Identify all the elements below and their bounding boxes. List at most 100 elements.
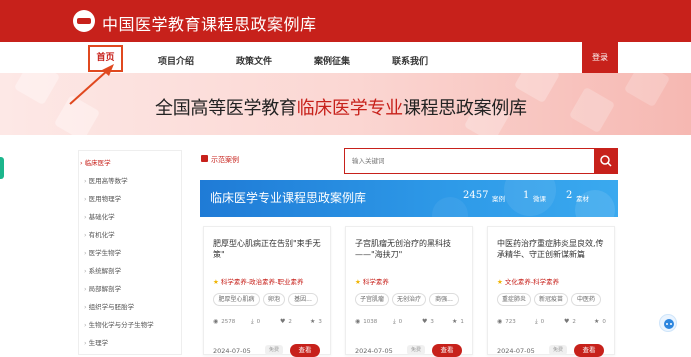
chevron-right-icon: › — [80, 159, 83, 167]
search-button[interactable] — [594, 148, 618, 174]
thumbs-up-icon: ♥ — [564, 318, 570, 325]
banner-title-suffix: 课程思政案例库 — [402, 98, 527, 119]
views-stat: ◉ 2578 — [213, 318, 235, 325]
sidebar-item[interactable]: › 有机化学 — [84, 229, 115, 239]
downloads-stat: ⤓ 0 — [251, 318, 260, 326]
keyword-chip[interactable]: 肥厚型心肌病 — [213, 293, 260, 306]
keyword-chip[interactable]: 重症肺炎 — [497, 293, 531, 306]
case-card-title[interactable]: 肥厚型心肌病正在告别"束手无策" — [213, 238, 323, 260]
sidebar-item[interactable]: › 系统解剖学 — [84, 265, 121, 275]
sidebar-item-label: 系统解剖学 — [88, 267, 122, 275]
banner-title-prefix: 全国高等医学教育 — [155, 98, 297, 119]
chevron-right-icon: › — [84, 267, 87, 275]
views-count: 723 — [505, 319, 516, 325]
chevron-right-icon: › — [84, 285, 87, 293]
star-icon: ★ — [213, 278, 219, 286]
keyword-chip[interactable]: 新冠疫苗 — [534, 293, 568, 306]
micro-course-count: 1 — [523, 190, 530, 201]
sidebar-item-label: 医用物理学 — [88, 195, 122, 203]
nav-item-contact[interactable]: 联系我们 — [392, 54, 428, 67]
search-icon — [600, 155, 612, 167]
keyword-chip[interactable]: 中医药 — [571, 293, 601, 306]
chevron-right-icon: › — [84, 195, 87, 203]
eye-icon: ◉ — [213, 318, 219, 325]
demo-case-label[interactable]: 示范案例 — [211, 155, 239, 165]
downloads-count: 0 — [256, 319, 261, 325]
download-icon: ⤓ — [251, 318, 254, 325]
free-badge: 免费 — [407, 345, 425, 355]
keyword-chip[interactable]: 基因... — [288, 293, 318, 306]
case-card-title[interactable]: 中医药治疗重症肺炎显良效,传承精华、守正创新谋新篇 — [497, 238, 607, 260]
view-button[interactable]: 查看 — [574, 344, 604, 357]
nav-item-case-collection[interactable]: 案例征集 — [314, 54, 350, 67]
sidebar-item-label: 生物化学与分子生物学 — [88, 321, 154, 329]
sidebar-item[interactable]: › 组织学与胚胎学 — [84, 301, 134, 311]
likes-count: 2 — [288, 319, 292, 325]
view-button[interactable]: 查看 — [290, 344, 320, 357]
likes-stat[interactable]: ♥ 3 — [422, 318, 434, 325]
download-icon: ⤓ — [535, 318, 538, 325]
keyword-chip[interactable]: 子宫肌瘤 — [355, 293, 389, 306]
star-icon: ★ — [497, 278, 503, 286]
star-outline-icon: ★ — [452, 318, 458, 325]
sidebar-item-clinical[interactable]: › 临床医学 — [80, 157, 111, 167]
login-button[interactable]: 登录 — [582, 42, 618, 73]
material-label: 素材 — [576, 195, 589, 203]
case-card-tag: ★ 科学素养 — [355, 276, 389, 286]
views-count: 1038 — [363, 319, 378, 325]
keyword-chip[interactable]: 无创治疗 — [392, 293, 426, 306]
case-card-tag-text: 科学素养 — [362, 278, 389, 286]
keyword-chip[interactable]: 卵泡 — [263, 293, 285, 306]
stars-stat[interactable]: ★ 0 — [594, 318, 606, 325]
micro-course-label: 微课 — [533, 195, 546, 203]
customer-service-button[interactable] — [659, 314, 677, 332]
sidebar-item-label: 临床医学 — [84, 159, 111, 167]
side-float-tab[interactable] — [0, 157, 4, 179]
chevron-right-icon: › — [84, 213, 87, 221]
views-count: 2578 — [221, 319, 236, 325]
banner-title-highlight: 临床医学专业 — [296, 98, 404, 119]
chevron-right-icon: › — [84, 321, 87, 329]
sidebar-item[interactable]: › 医用物理学 — [84, 193, 121, 203]
stars-count: 0 — [602, 319, 606, 325]
case-count-label: 案例 — [492, 195, 505, 203]
sidebar-item[interactable]: › 医用高等数学 — [84, 175, 128, 185]
chevron-right-icon: › — [84, 231, 87, 239]
star-outline-icon: ★ — [310, 318, 316, 325]
sidebar-item[interactable]: › 医学生物学 — [84, 247, 121, 257]
download-icon: ⤓ — [393, 318, 396, 325]
demo-case-checkbox[interactable] — [201, 155, 208, 162]
thumbs-up-icon: ♥ — [422, 318, 428, 325]
eye-icon: ◉ — [497, 318, 503, 325]
sidebar-item[interactable]: › 基础化学 — [84, 211, 115, 221]
free-badge: 免费 — [549, 345, 567, 355]
stars-count: 1 — [460, 319, 464, 325]
stars-stat[interactable]: ★ 3 — [310, 318, 322, 325]
thumbs-up-icon: ♥ — [280, 318, 286, 325]
sidebar-item-label: 医用高等数学 — [88, 177, 128, 185]
search-input[interactable] — [352, 153, 582, 169]
sidebar-item[interactable]: › 局部解剖学 — [84, 283, 121, 293]
view-button[interactable]: 查看 — [432, 344, 462, 357]
likes-stat[interactable]: ♥ 2 — [280, 318, 292, 325]
case-card-tag: ★ 文化素养-科学素养 — [497, 276, 559, 286]
nav-item-policy[interactable]: 政策文件 — [236, 54, 272, 67]
sidebar-item-label: 生理学 — [88, 339, 109, 347]
logo-icon[interactable] — [73, 10, 95, 32]
stars-stat[interactable]: ★ 1 — [452, 318, 464, 325]
downloads-count: 0 — [540, 319, 545, 325]
case-card-title[interactable]: 子宫肌瘤无创治疗的黑科技——"海扶刀" — [355, 238, 465, 260]
sidebar-item[interactable]: › 生物化学与分子生物学 — [84, 319, 154, 329]
case-card-date: 2024-07-05 — [213, 347, 251, 355]
star-outline-icon: ★ — [594, 318, 600, 325]
downloads-stat: ⤓ 0 — [535, 318, 544, 326]
decor-hexagon — [568, 86, 616, 134]
likes-stat[interactable]: ♥ 2 — [564, 318, 576, 325]
keyword-chip[interactable]: 商强... — [429, 293, 459, 306]
sidebar-item[interactable]: › 生理学 — [84, 337, 108, 347]
decor-hexagon — [13, 73, 61, 106]
likes-count: 2 — [572, 319, 576, 325]
nav-item-project-intro[interactable]: 项目介绍 — [158, 54, 194, 67]
site-title[interactable]: 中国医学教育课程思政案例库 — [102, 11, 317, 35]
case-card-date: 2024-07-05 — [497, 347, 535, 355]
